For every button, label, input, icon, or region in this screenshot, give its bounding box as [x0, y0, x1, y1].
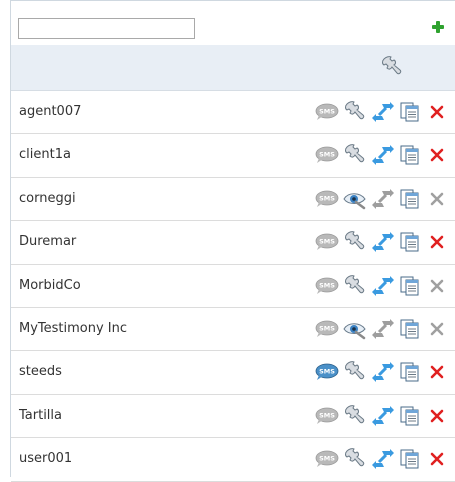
- copy-icon[interactable]: [399, 231, 421, 253]
- row-actions: SMS: [315, 274, 455, 299]
- sms-icon[interactable]: SMS: [315, 233, 339, 255]
- sms-icon[interactable]: SMS: [315, 407, 339, 429]
- row-actions: SMS: [315, 144, 455, 166]
- wrench-icon[interactable]: [343, 448, 365, 470]
- row-actions: SMS: [315, 404, 455, 429]
- svg-text:SMS: SMS: [319, 151, 335, 159]
- account-name: steeds: [19, 364, 62, 380]
- account-name: MorbidCo: [19, 277, 81, 293]
- svg-text:SMS: SMS: [319, 238, 335, 246]
- row-actions: SMS: [315, 318, 455, 340]
- table-row[interactable]: MorbidCo SMS: [11, 265, 455, 308]
- delete-icon[interactable]: [426, 405, 448, 427]
- copy-icon[interactable]: [399, 448, 421, 470]
- wrench-icon[interactable]: [343, 361, 365, 383]
- plus-icon[interactable]: [431, 20, 445, 34]
- sms-icon[interactable]: SMS: [315, 190, 339, 212]
- sms-icon[interactable]: SMS: [315, 320, 339, 342]
- account-name: user001: [19, 451, 73, 467]
- copy-icon[interactable]: [399, 318, 421, 340]
- accounts-panel: agent007 SMS client1a SMS corneggi SMS D…: [10, 0, 455, 482]
- wrench-icon[interactable]: [343, 231, 365, 253]
- move-icon[interactable]: [372, 144, 394, 166]
- row-actions: SMS: [315, 188, 455, 210]
- table-row[interactable]: agent007 SMS: [11, 91, 455, 135]
- wrench-icon: [380, 56, 402, 81]
- wrench-icon[interactable]: [343, 274, 365, 297]
- table-row[interactable]: client1a SMS: [11, 134, 455, 178]
- delete-icon[interactable]: [426, 101, 448, 123]
- sms-icon[interactable]: SMS: [315, 146, 339, 168]
- table-row[interactable]: steeds SMS: [11, 351, 455, 395]
- move-icon[interactable]: [372, 275, 394, 297]
- move-icon[interactable]: [372, 361, 394, 383]
- table-row[interactable]: user001 SMS: [11, 438, 455, 482]
- copy-icon[interactable]: [399, 144, 421, 166]
- eye-icon[interactable]: [343, 188, 366, 210]
- row-actions: SMS: [315, 101, 455, 123]
- delete-icon[interactable]: [426, 188, 448, 210]
- table-header: [11, 45, 455, 91]
- copy-icon[interactable]: [399, 405, 421, 427]
- move-icon[interactable]: [372, 405, 394, 427]
- sms-icon[interactable]: SMS: [315, 103, 339, 125]
- svg-text:SMS: SMS: [319, 281, 335, 289]
- delete-icon[interactable]: [426, 448, 448, 470]
- copy-icon[interactable]: [399, 188, 421, 210]
- svg-text:SMS: SMS: [319, 324, 335, 332]
- row-actions: SMS: [315, 448, 455, 470]
- sms-icon[interactable]: SMS: [315, 450, 339, 472]
- row-actions: SMS: [315, 231, 455, 253]
- account-name: MyTestimony Inc: [19, 320, 128, 336]
- eye-icon[interactable]: [343, 318, 366, 340]
- svg-text:SMS: SMS: [319, 455, 335, 463]
- svg-text:SMS: SMS: [319, 194, 335, 202]
- account-name: Duremar: [19, 234, 77, 250]
- svg-text:SMS: SMS: [319, 411, 335, 419]
- table-row[interactable]: corneggi SMS: [11, 178, 455, 222]
- search-input[interactable]: [18, 18, 195, 39]
- account-name: agent007: [19, 104, 82, 119]
- move-icon[interactable]: [372, 101, 394, 123]
- account-list: agent007 SMS client1a SMS corneggi SMS D…: [11, 91, 455, 482]
- delete-icon[interactable]: [426, 144, 448, 166]
- copy-icon[interactable]: [399, 361, 421, 383]
- delete-icon[interactable]: [426, 275, 448, 297]
- account-name: corneggi: [19, 190, 76, 206]
- move-icon[interactable]: [372, 231, 394, 253]
- svg-text:SMS: SMS: [319, 368, 335, 376]
- wrench-icon[interactable]: [343, 101, 365, 123]
- copy-icon[interactable]: [399, 101, 421, 123]
- move-icon[interactable]: [372, 188, 394, 210]
- delete-icon[interactable]: [426, 361, 448, 383]
- copy-icon[interactable]: [399, 275, 421, 297]
- wrench-icon[interactable]: [343, 404, 365, 427]
- wrench-icon[interactable]: [343, 144, 365, 166]
- table-row[interactable]: Tartilla SMS: [11, 395, 455, 439]
- delete-icon[interactable]: [426, 318, 448, 340]
- account-name: client1a: [19, 147, 71, 163]
- delete-icon[interactable]: [426, 231, 448, 253]
- sms-icon[interactable]: SMS: [315, 277, 339, 299]
- svg-text:SMS: SMS: [319, 108, 335, 116]
- row-actions: SMS: [315, 361, 455, 383]
- table-row[interactable]: MyTestimony Inc SMS: [11, 308, 455, 352]
- move-icon[interactable]: [372, 448, 394, 470]
- move-icon[interactable]: [372, 318, 394, 340]
- table-row[interactable]: Duremar SMS: [11, 221, 455, 265]
- account-name: Tartilla: [19, 407, 62, 423]
- sms-icon[interactable]: SMS: [315, 363, 339, 385]
- toolbar: [11, 1, 455, 45]
